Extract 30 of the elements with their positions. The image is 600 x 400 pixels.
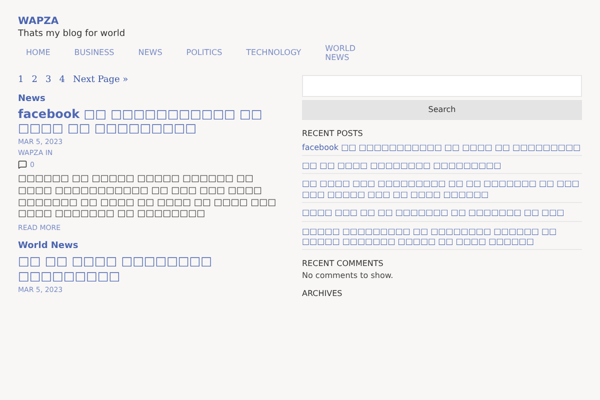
widget-heading: RECENT COMMENTS: [302, 259, 384, 268]
comment-icon: [18, 160, 27, 170]
site-tagline: Thats my blog for world: [18, 29, 126, 39]
page-link[interactable]: 4: [59, 74, 65, 85]
nav-link[interactable]: HOME: [26, 49, 50, 58]
next-page-link[interactable]: Next Page »: [72, 74, 128, 85]
post-excerpt: □□□□□□ □□ □□□□□ □□□□□ □□□□□□ □□ □□□□ □□□□□□□□□□□ □□ □□□ □□□ □□□□ □□□□□□□ □□ □□□□ □□ □□□□ □□ □□□□ □□□ □□□□ □□□□□□□ □□ □□□□□□□□: [18, 174, 278, 222]
nav-link[interactable]: POLITICS: [186, 49, 222, 58]
recent-post-link[interactable]: □□ □□□□ □□□ □□□□□□□□□ □□ □□ □□□□□□□ □□ □□□ □□□ □□□□□ □□□ □□ □□□□ □□□□□□: [302, 177, 582, 204]
category-link[interactable]: News: [18, 94, 288, 104]
recent-post-link[interactable]: facebook □□ □□□□□□□□□□□ □□ □□□□ □□ □□□□□□□□□: [302, 140, 582, 156]
widget-heading: RECENT POSTS: [302, 128, 364, 138]
nav-link[interactable]: BUSINESS: [74, 49, 114, 58]
page-link[interactable]: 1: [18, 74, 24, 85]
category-link[interactable]: World News: [18, 241, 288, 252]
page-link[interactable]: 2: [32, 74, 38, 85]
widget-heading: ARCHIVES: [302, 289, 344, 298]
nav-link[interactable]: NEWS: [138, 49, 162, 58]
search-button[interactable]: Search: [302, 100, 582, 120]
post-title[interactable]: □□ □□ □□□□ □□□□□□□□ □□□□□□□□□: [18, 254, 288, 283]
page-link[interactable]: 3: [45, 74, 52, 85]
no-comments-text: No comments to show.: [302, 271, 394, 280]
search-field[interactable]: [302, 74, 582, 97]
site-title[interactable]: WAPZA: [18, 16, 582, 27]
recent-post-link[interactable]: □□□□ □□□ □□ □□ □□□□□□□ □□ □□□□□□□ □□ □□□: [302, 206, 582, 222]
nav-link[interactable]: TECHNOLOGY: [246, 49, 302, 58]
nav-link[interactable]: WORLD NEWS: [325, 45, 356, 63]
recent-post-link[interactable]: □□ □□ □□□□ □□□□□□□□ □□□□□□□□□: [302, 158, 582, 174]
recent-post-link[interactable]: □□□□□ □□□□□□□□□ □□ □□□□□□□□ □□□□□□ □□ □□□□□ □□□□□□□ □□□□□ □□ □□□□ □□□□□□: [302, 224, 582, 250]
post-title[interactable]: facebook □□ □□□□□□□□□□□ □□ □□□□ □□ □□□□□□□□□: [18, 106, 288, 136]
